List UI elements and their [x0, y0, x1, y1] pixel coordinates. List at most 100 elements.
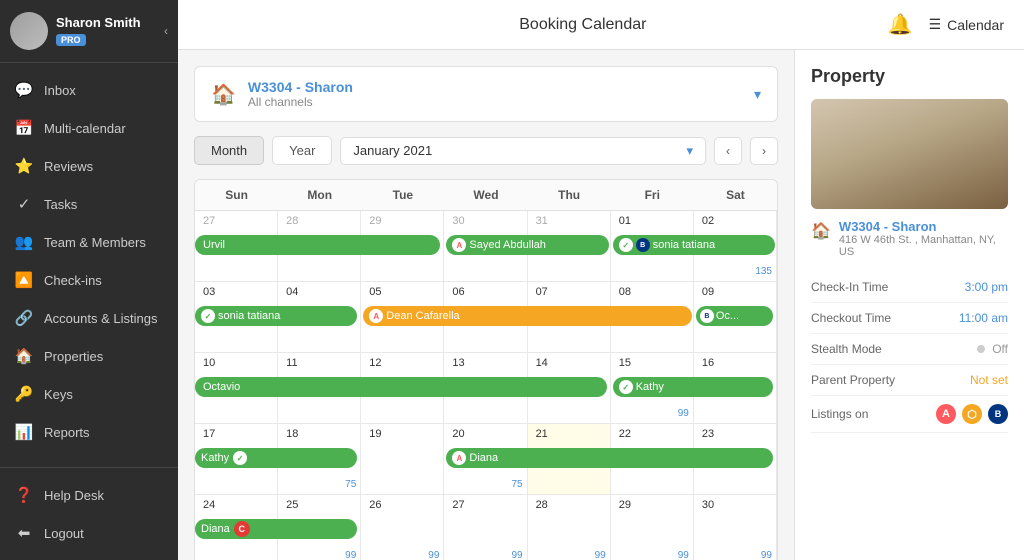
cal-cell[interactable]: 3099	[694, 495, 777, 560]
cal-cell[interactable]: 14	[528, 353, 611, 423]
property-dropdown-arrow[interactable]: ▾	[754, 86, 761, 103]
sidebar-header: Sharon Smith PRO ‹	[0, 0, 178, 63]
day-header-tue: Tue	[361, 180, 444, 210]
calendar-day-headers: Sun Mon Tue Wed Thu Fri Sat	[195, 180, 777, 211]
cal-cell[interactable]: 29	[361, 211, 444, 281]
listing-airbnb-icon: A	[936, 404, 956, 424]
user-info: Sharon Smith PRO	[56, 15, 164, 48]
cal-cell[interactable]: 2599	[278, 495, 361, 560]
listings-on-row: Listings on A ⬡ B	[811, 396, 1008, 433]
cal-cell[interactable]: 19	[361, 424, 444, 494]
cal-cell[interactable]: 06	[444, 282, 527, 352]
property-selector[interactable]: 🏠 W3304 - Sharon All channels ▾	[194, 66, 778, 122]
cal-cell[interactable]: 21	[528, 424, 611, 494]
cal-cell[interactable]: 04	[278, 282, 361, 352]
sidebar-label-keys: Keys	[44, 387, 73, 402]
cal-cell[interactable]: 10	[195, 353, 278, 423]
tasks-icon: ✓	[14, 194, 34, 214]
sidebar-item-logout[interactable]: ⬅ Logout	[0, 514, 178, 552]
cal-cell[interactable]: 2799	[444, 495, 527, 560]
notifications-icon[interactable]: 🔔	[888, 12, 913, 37]
calendar-view-button[interactable]: ☰ Calendar	[929, 16, 1004, 33]
sidebar-item-team[interactable]: 👥 Team & Members	[0, 223, 178, 261]
sidebar-item-reports[interactable]: 📊 Reports	[0, 413, 178, 451]
cal-cell[interactable]: 2075	[444, 424, 527, 494]
sidebar-item-keys[interactable]: 🔑 Keys	[0, 375, 178, 413]
cal-cell[interactable]: 09	[694, 282, 777, 352]
parent-property-row: Parent Property Not set	[811, 365, 1008, 396]
sidebar-label-tasks: Tasks	[44, 197, 77, 212]
booking-count: 75	[345, 479, 356, 490]
keys-icon: 🔑	[14, 384, 34, 404]
cal-cell[interactable]: 16	[694, 353, 777, 423]
cal-cell[interactable]: 2899	[528, 495, 611, 560]
cal-cell[interactable]: 1599	[611, 353, 694, 423]
sidebar-item-inbox[interactable]: 💬 Inbox	[0, 71, 178, 109]
cal-cell[interactable]: 2699	[361, 495, 444, 560]
cal-cell[interactable]: 05	[361, 282, 444, 352]
cal-cell[interactable]: 30	[444, 211, 527, 281]
property-home-icon: 🏠	[811, 221, 831, 241]
calendar-week-2: 03 04 05 06 07 08 09 ✓ sonia tatiana A	[195, 282, 777, 353]
tab-month[interactable]: Month	[194, 136, 264, 165]
sidebar-item-checkins[interactable]: 🔼 Check-ins	[0, 261, 178, 299]
cal-cell[interactable]: 28	[278, 211, 361, 281]
cal-cell[interactable]: 07	[528, 282, 611, 352]
header: Booking Calendar 🔔 ☰ Calendar	[178, 0, 1024, 50]
stealth-mode-row: Stealth Mode Off	[811, 334, 1008, 365]
cal-cell[interactable]: 1875	[278, 424, 361, 494]
property-selector-info: 🏠 W3304 - Sharon All channels	[211, 79, 353, 109]
calendar-grid: Sun Mon Tue Wed Thu Fri Sat 27 28 29 30 …	[194, 179, 778, 560]
sidebar-item-accounts[interactable]: 🔗 Accounts & Listings	[0, 299, 178, 337]
stealth-value: Off	[977, 342, 1008, 356]
cal-cell[interactable]: 27	[195, 211, 278, 281]
property-info-name[interactable]: W3304 - Sharon	[839, 219, 1008, 234]
month-selector[interactable]: January 2021 ▾	[340, 137, 706, 165]
sidebar-item-reviews[interactable]: ⭐ Reviews	[0, 147, 178, 185]
calendar-week-5: 24 2599 2699 2799 2899 2999 3099 Diana C	[195, 495, 777, 560]
cal-cell[interactable]: 01	[611, 211, 694, 281]
day-header-wed: Wed	[444, 180, 527, 210]
cal-cell[interactable]: 24	[195, 495, 278, 560]
day-header-fri: Fri	[611, 180, 694, 210]
day-header-thu: Thu	[528, 180, 611, 210]
cal-cell[interactable]: 23	[694, 424, 777, 494]
sidebar-label-logout: Logout	[44, 526, 84, 541]
cal-cell[interactable]: 31	[528, 211, 611, 281]
checkin-label: Check-In Time	[811, 280, 888, 294]
sidebar-item-multi-calendar[interactable]: 📅 Multi-calendar	[0, 109, 178, 147]
property-selector-details: W3304 - Sharon All channels	[248, 79, 353, 109]
sidebar-footer: ❓ Help Desk ⬅ Logout	[0, 467, 178, 560]
collapse-button[interactable]: ‹	[164, 24, 168, 38]
page-title: Booking Calendar	[519, 16, 646, 34]
booking-count: 99	[678, 408, 689, 419]
sidebar-item-properties[interactable]: 🏠 Properties	[0, 337, 178, 375]
sidebar-item-tasks[interactable]: ✓ Tasks	[0, 185, 178, 223]
booking-count: 99	[345, 550, 356, 560]
cal-cell[interactable]: 12	[361, 353, 444, 423]
cal-cell[interactable]: 03	[195, 282, 278, 352]
sidebar-label-properties: Properties	[44, 349, 103, 364]
prev-month-button[interactable]: ‹	[714, 137, 742, 165]
tab-year[interactable]: Year	[272, 136, 332, 165]
calendar-icon: 📅	[14, 118, 34, 138]
sidebar: Sharon Smith PRO ‹ 💬 Inbox 📅 Multi-calen…	[0, 0, 178, 560]
cal-cell[interactable]: 08	[611, 282, 694, 352]
home-icon: 🏠	[211, 82, 236, 107]
property-info-address: 416 W 46th St. , Manhattan, NY, US	[839, 234, 1008, 258]
calendar-week-3: 10 11 12 13 14 1599 16 Octavio ✓ Kathy	[195, 353, 777, 424]
cal-cell[interactable]: 17	[195, 424, 278, 494]
cal-cell[interactable]: 13	[444, 353, 527, 423]
cal-cell[interactable]: 11	[278, 353, 361, 423]
next-month-button[interactable]: ›	[750, 137, 778, 165]
cal-cell[interactable]: 2999	[611, 495, 694, 560]
cal-cell[interactable]: 02135	[694, 211, 777, 281]
sidebar-item-helpdesk[interactable]: ❓ Help Desk	[0, 476, 178, 514]
inbox-icon: 💬	[14, 80, 34, 100]
booking-count: 99	[595, 550, 606, 560]
property-panel-title: Property	[811, 66, 1008, 87]
checkin-time-row: Check-In Time 3:00 pm	[811, 272, 1008, 303]
properties-icon: 🏠	[14, 346, 34, 366]
sidebar-label-helpdesk: Help Desk	[44, 488, 104, 503]
cal-cell[interactable]: 22	[611, 424, 694, 494]
